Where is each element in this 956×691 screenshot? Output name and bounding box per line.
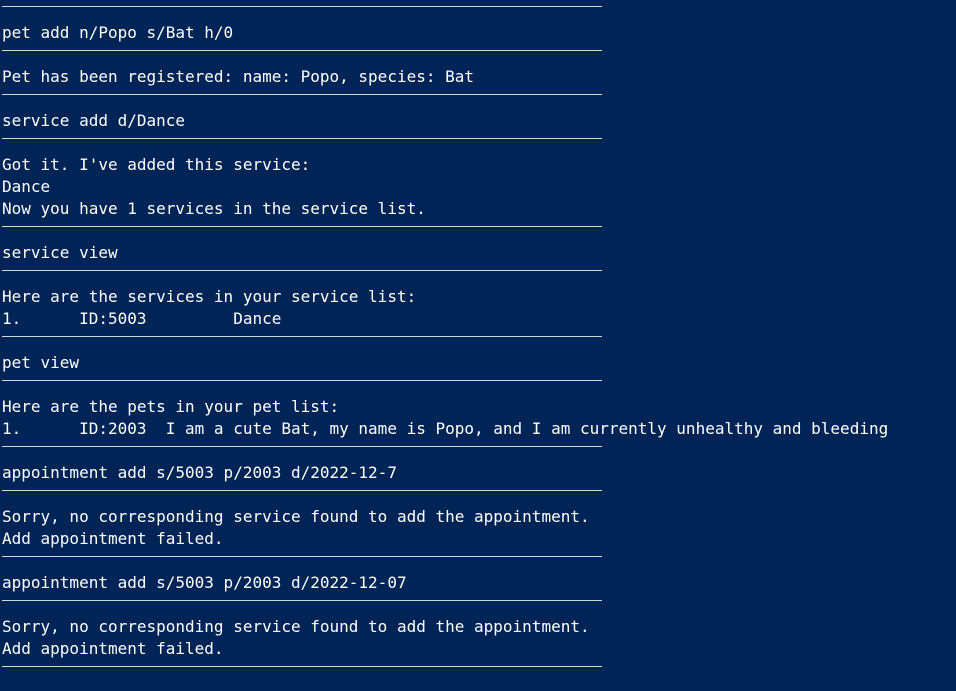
separator-line <box>2 374 956 396</box>
separator-rule <box>2 666 602 667</box>
output-line-text: Add appointment failed. <box>2 529 224 548</box>
output-line: Sorry, no corresponding service found to… <box>2 506 956 528</box>
output-line-text: Got it. I've added this service: <box>2 155 311 174</box>
output-line: service view <box>2 242 956 264</box>
output-line: Here are the pets in your pet list: <box>2 396 956 418</box>
separator-line <box>2 594 956 616</box>
separator-rule <box>2 138 602 139</box>
output-line-text: appointment add s/5003 p/2003 d/2022-12-… <box>2 573 407 592</box>
output-line: pet view <box>2 352 956 374</box>
output-line: Here are the services in your service li… <box>2 286 956 308</box>
output-line-text: Pet has been registered: name: Popo, spe… <box>2 67 475 86</box>
output-line-text: Here are the pets in your pet list: <box>2 397 340 416</box>
output-line-text: service add d/Dance <box>2 111 186 130</box>
separator-rule <box>2 6 602 7</box>
output-line: Now you have 1 services in the service l… <box>2 198 956 220</box>
terminal-output: pet add n/Popo s/Bat h/0 Pet has been reg… <box>2 0 956 682</box>
separator-rule <box>2 556 602 557</box>
output-line-text: Dance <box>2 177 51 196</box>
separator-line <box>2 330 956 352</box>
separator-rule <box>2 94 602 95</box>
separator-rule <box>2 380 602 381</box>
output-line: Add appointment failed. <box>2 528 956 550</box>
separator-rule <box>2 490 602 491</box>
output-line: Dance <box>2 176 956 198</box>
output-line: 1. ID:5003 Dance <box>2 308 956 330</box>
separator-line <box>2 660 956 682</box>
separator-line <box>2 220 956 242</box>
separator-line <box>2 132 956 154</box>
separator-line <box>2 44 956 66</box>
output-line: appointment add s/5003 p/2003 d/2022-12-… <box>2 462 956 484</box>
output-line: Sorry, no corresponding service found to… <box>2 616 956 638</box>
output-line: appointment add s/5003 p/2003 d/2022-12-… <box>2 572 956 594</box>
output-line-text: pet view <box>2 353 80 372</box>
separator-line <box>2 440 956 462</box>
output-line: service add d/Dance <box>2 110 956 132</box>
output-line-text: Sorry, no corresponding service found to… <box>2 507 590 526</box>
separator-rule <box>2 336 602 337</box>
separator-line <box>2 264 956 286</box>
separator-rule <box>2 446 602 447</box>
separator-rule <box>2 50 602 51</box>
separator-line <box>2 88 956 110</box>
output-line: Add appointment failed. <box>2 638 956 660</box>
output-line-text: service view <box>2 243 118 262</box>
output-line-text: Here are the services in your service li… <box>2 287 417 306</box>
output-line-text: appointment add s/5003 p/2003 d/2022-12-… <box>2 463 397 482</box>
separator-rule <box>2 600 602 601</box>
separator-rule <box>2 226 602 227</box>
output-line: 1. ID:2003 I am a cute Bat, my name is P… <box>2 418 956 440</box>
output-line: pet add n/Popo s/Bat h/0 <box>2 22 956 44</box>
separator-line <box>2 0 956 22</box>
output-line-text: 1. ID:5003 Dance <box>2 309 282 328</box>
output-line-text: Add appointment failed. <box>2 639 224 658</box>
output-line-text: Now you have 1 services in the service l… <box>2 199 426 218</box>
separator-line <box>2 484 956 506</box>
output-line-text: 1. ID:2003 I am a cute Bat, my name is P… <box>2 419 889 438</box>
output-line-text: Sorry, no corresponding service found to… <box>2 617 590 636</box>
output-line: Got it. I've added this service: <box>2 154 956 176</box>
separator-line <box>2 550 956 572</box>
terminal-window[interactable]: pet add n/Popo s/Bat h/0 Pet has been reg… <box>0 0 956 691</box>
output-line-text: pet add n/Popo s/Bat h/0 <box>2 23 234 42</box>
output-line: Pet has been registered: name: Popo, spe… <box>2 66 956 88</box>
separator-rule <box>2 270 602 271</box>
